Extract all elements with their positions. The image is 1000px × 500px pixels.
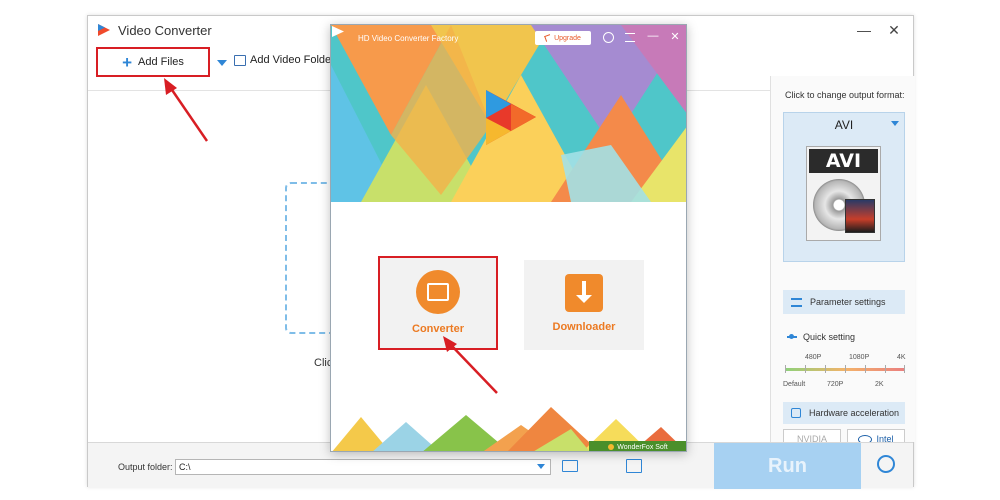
parameter-settings-label: Parameter settings [810, 297, 886, 307]
quick-tick-720p: 720P [827, 381, 844, 388]
converter-card[interactable]: Converter [378, 256, 498, 350]
media-folder-icon[interactable] [626, 459, 642, 473]
quick-tick-default: Default [783, 381, 806, 388]
chip-icon [791, 408, 801, 418]
avi-badge: AVI [809, 149, 878, 173]
format-name: AVI [834, 118, 854, 132]
upgrade-icon [544, 34, 552, 42]
hd-app-logo-icon [332, 26, 344, 37]
downloader-card[interactable]: Downloader [524, 260, 644, 350]
hardware-acceleration-button[interactable]: Hardware acceleration [783, 402, 905, 424]
output-folder-label: Output folder: [118, 462, 173, 472]
quick-setting-ticks [785, 365, 905, 373]
add-files-dropdown-icon[interactable] [217, 60, 227, 66]
hd-module-area: Converter Downloader [331, 202, 686, 407]
hd-title-bar: HD Video Converter Factory Upgrade — ✕ [331, 25, 686, 51]
add-files-button[interactable]: + Add Files [96, 47, 210, 77]
sliders-icon [791, 297, 802, 307]
output-settings-panel: Click to change output format: AVI AVI P… [770, 76, 915, 449]
quick-setting-label: Quick setting [803, 332, 856, 342]
plus-icon: + [122, 52, 133, 72]
wonderfox-brand: WonderFox Soft [589, 441, 686, 451]
minimize-button[interactable]: — [854, 22, 874, 38]
close-button[interactable]: ✕ [884, 22, 904, 39]
menu-list-icon[interactable] [625, 33, 635, 42]
quick-tick-2k: 2K [875, 381, 884, 388]
output-folder-field[interactable]: C:\ [175, 459, 551, 475]
quick-setting-icon [787, 334, 797, 339]
brand-label: WonderFox Soft [617, 443, 668, 451]
upgrade-button[interactable]: Upgrade [535, 31, 591, 45]
hardware-acceleration-label: Hardware acceleration [809, 408, 900, 418]
output-folder-dropdown-icon[interactable] [537, 464, 545, 469]
product-logo-icon [486, 90, 536, 145]
window-title: Video Converter [118, 23, 212, 38]
app-logo-icon [98, 24, 110, 36]
run-button[interactable]: Run [714, 443, 861, 489]
converter-film-icon [416, 270, 460, 314]
parameter-settings-button[interactable]: Parameter settings [783, 290, 905, 314]
settings-gear-icon[interactable] [603, 32, 614, 43]
hd-close-button[interactable]: ✕ [668, 30, 682, 43]
output-format-selector[interactable]: AVI AVI [783, 112, 905, 262]
format-dropdown-icon[interactable] [891, 121, 899, 126]
banner-artwork: HD Video Converter Factory Upgrade — ✕ [331, 25, 686, 202]
quick-tick-1080p: 1080P [849, 354, 870, 361]
downloader-label: Downloader [552, 321, 616, 333]
film-reel-icon [845, 199, 875, 233]
wonderfox-logo-icon [608, 444, 615, 450]
hd-minimize-button[interactable]: — [646, 30, 660, 42]
avi-format-icon: AVI [806, 146, 881, 241]
quick-tick-480p: 480P [805, 354, 822, 361]
add-files-label: Add Files [138, 56, 184, 68]
folder-icon [234, 54, 246, 66]
hd-window-title: HD Video Converter Factory [358, 34, 459, 43]
add-video-folder-label: Add Video Folder [250, 54, 335, 66]
screenshot-frame: Video Converter — ✕ + Add Files Add Vide… [0, 0, 1000, 500]
open-folder-icon[interactable] [562, 460, 578, 472]
output-format-caption: Click to change output format: [785, 90, 905, 100]
upgrade-label: Upgrade [554, 34, 581, 42]
quick-tick-4k: 4K [897, 354, 906, 361]
converter-label: Converter [412, 323, 464, 335]
alarm-clock-icon[interactable] [877, 455, 895, 473]
quick-setting-heading: Quick setting [787, 332, 855, 342]
add-video-folder-button[interactable]: Add Video Folder [234, 54, 335, 66]
footer-artwork: WonderFox Soft [331, 407, 686, 451]
hd-video-converter-factory-window: HD Video Converter Factory Upgrade — ✕ C… [330, 24, 687, 452]
downloader-arrow-icon [565, 274, 603, 312]
